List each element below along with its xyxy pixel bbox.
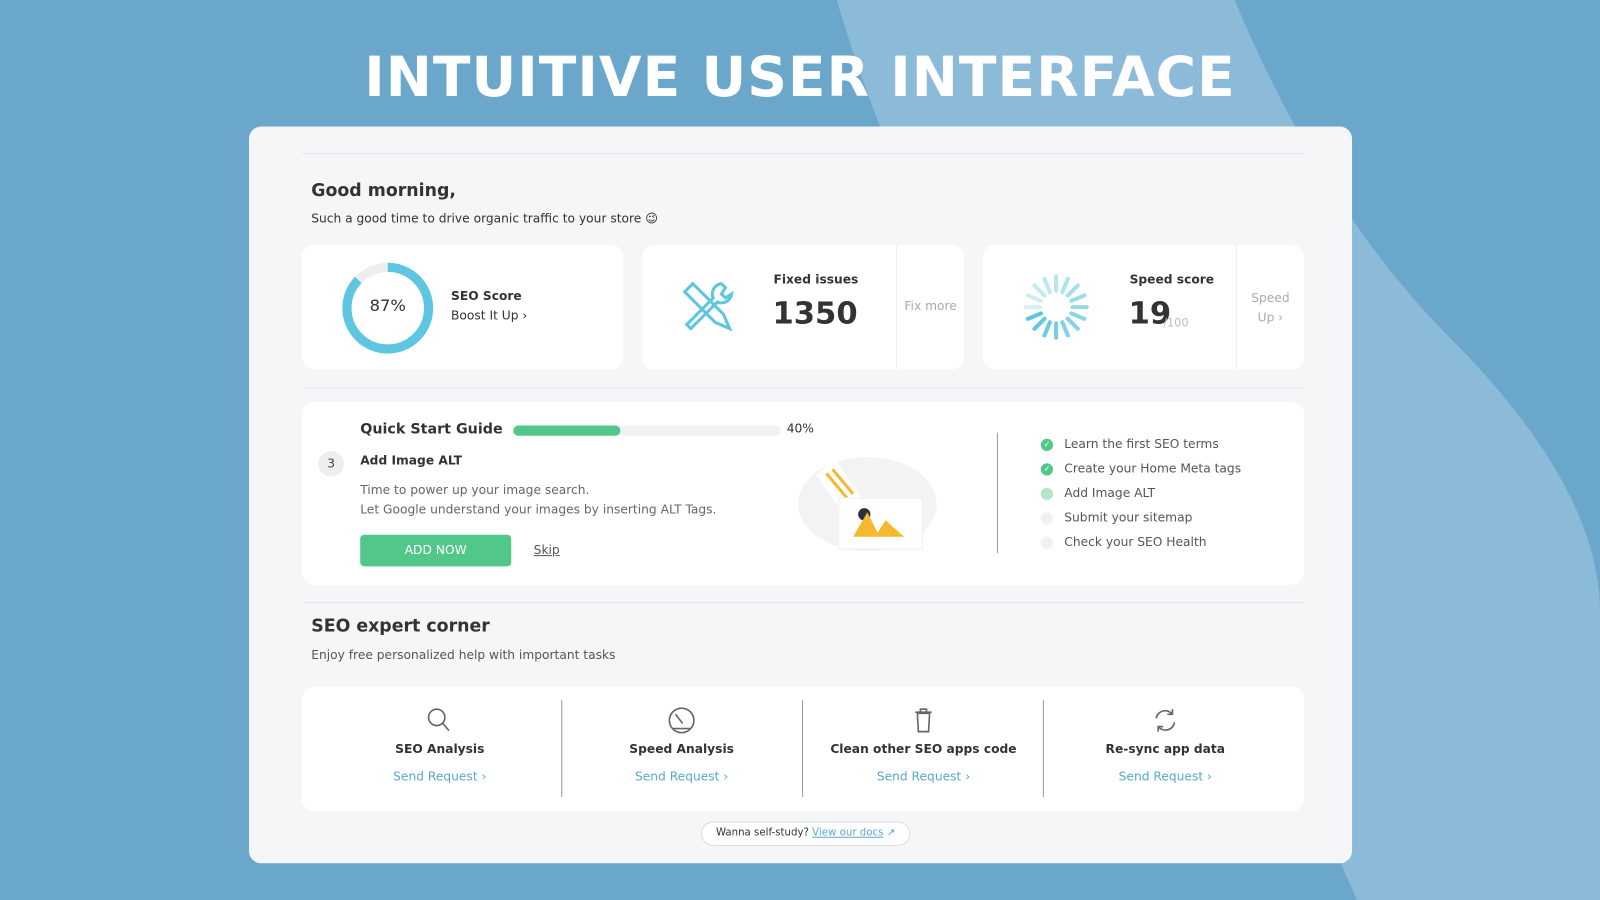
quick-start-progress [513, 425, 781, 436]
expert-item-label: Speed Analysis [629, 741, 734, 757]
tools-icon [682, 281, 734, 332]
expert-subtitle: Enjoy free personalized help with import… [311, 647, 616, 663]
step-title: Add Image ALT [360, 453, 462, 468]
status-dot-icon [1040, 487, 1054, 500]
step-desc-1: Time to power up your image search. [360, 482, 590, 497]
speed-up-button[interactable]: Speed Up › [1237, 289, 1304, 328]
speed-score-card: Speed score 19 /100 Speed Up › [982, 244, 1305, 370]
speedometer-icon [668, 707, 695, 734]
checklist-label: Create your Home Meta tags [1064, 461, 1242, 476]
speed-score-max: /100 [1163, 316, 1189, 330]
checklist-label: Submit your sitemap [1064, 510, 1193, 525]
self-study-footer: Wanna self-study? View our docs ↗ [701, 821, 911, 846]
dashboard-card: Good morning, Such a good time to drive … [248, 126, 1353, 864]
fixed-issues-card: Fixed issues 1350 Fix more [641, 244, 965, 370]
seo-score-label: SEO Score [451, 288, 522, 304]
expert-item-label: SEO Analysis [395, 741, 485, 757]
expert-item: Re-sync app data Send Request › [1048, 687, 1283, 811]
expert-item: Clean other SEO apps code Send Request › [806, 687, 1041, 811]
checklist-label: Check your SEO Health [1064, 534, 1207, 549]
send-request-link[interactable]: Send Request › [1048, 769, 1283, 783]
seo-score-card: 87% SEO Score Boost It Up › [302, 244, 624, 370]
send-request-link[interactable]: Send Request › [806, 769, 1041, 783]
divider [802, 699, 804, 797]
expert-card: SEO Analysis Send Request › Speed Analysis… [302, 686, 1305, 812]
quick-start-title: Quick Start Guide [360, 421, 503, 438]
step-desc-2: Let Google understand your images by ins… [360, 502, 717, 517]
expert-item-label: Clean other SEO apps code [830, 741, 1017, 757]
check-circle-icon: ✓ [1040, 438, 1054, 452]
skip-link[interactable]: Skip [534, 543, 560, 557]
expert-item: Speed Analysis Send Request › [564, 687, 799, 811]
send-request-link[interactable]: Send Request › [322, 769, 557, 783]
status-dot-icon [1040, 512, 1054, 525]
boost-it-up-link[interactable]: Boost It Up › [451, 308, 527, 322]
quick-start-progress-label: 40% [786, 421, 814, 436]
expert-item: SEO Analysis Send Request › [322, 687, 557, 811]
greeting-subtitle: Such a good time to drive organic traffi… [311, 211, 658, 226]
trash-icon [915, 708, 932, 733]
self-study-text: Wanna self-study? [715, 827, 809, 839]
expert-title: SEO expert corner [311, 616, 490, 637]
image-alt-illustration [797, 457, 937, 552]
add-now-button[interactable]: ADD NOW [360, 534, 512, 567]
external-link-icon: ↗ [886, 827, 896, 839]
seo-score-value: 87% [369, 295, 406, 316]
fix-more-button[interactable]: Fix more [897, 299, 964, 313]
speed-up-line1: Speed [1251, 290, 1290, 306]
step-number: 3 [318, 451, 344, 477]
headline: INTUITIVE USER INTERFACE [364, 44, 1236, 110]
speed-up-line2: Up › [1257, 310, 1284, 325]
check-circle-icon: ✓ [1040, 463, 1054, 476]
quick-start-card: Quick Start Guide 40% 3 Add Image ALT Ti… [302, 402, 1305, 585]
fixed-issues-value: 1350 [772, 295, 858, 332]
view-docs-link[interactable]: View our docs [812, 828, 883, 839]
fixed-issues-label: Fixed issues [773, 272, 859, 287]
greeting-title: Good morning, [311, 180, 456, 202]
checklist-label: Learn the first SEO terms [1064, 436, 1219, 452]
sync-icon [1155, 709, 1176, 732]
send-request-link[interactable]: Send Request › [564, 769, 799, 783]
checklist-label: Add Image ALT [1064, 485, 1156, 500]
speed-spinner-icon [1023, 274, 1089, 340]
status-dot-icon [1040, 536, 1054, 549]
expert-item-label: Re-sync app data [1105, 741, 1226, 757]
speed-score-label: Speed score [1129, 272, 1215, 287]
divider [561, 699, 563, 797]
divider [1042, 699, 1044, 797]
search-icon [427, 708, 450, 732]
